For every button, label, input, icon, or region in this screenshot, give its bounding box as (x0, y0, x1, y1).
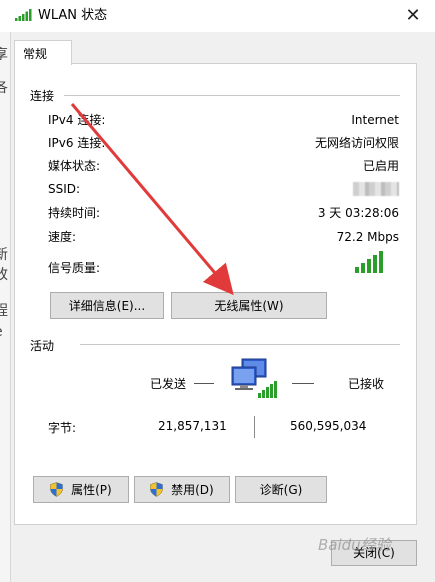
background-glyph: 程 (0, 300, 8, 320)
section-divider (64, 95, 400, 96)
ssid-label: SSID: (48, 182, 81, 196)
title-bar[interactable]: WLAN 状态 ✕ (0, 0, 435, 32)
network-computers-icon (231, 358, 277, 398)
uac-shield-icon (50, 482, 64, 497)
ipv4-label: IPv4 连接: (48, 113, 106, 127)
properties-button[interactable]: 属性(P) (33, 476, 129, 503)
wifi-signal-icon (15, 9, 32, 21)
media-state-value: 已启用 (362, 159, 399, 173)
background-glyph: 新 (0, 244, 8, 264)
disable-button-label: 禁用(D) (171, 483, 214, 497)
properties-button-label: 属性(P) (71, 483, 112, 497)
background-glyph: e (0, 324, 3, 340)
signal-strength-icon (355, 251, 383, 273)
sent-label: 已发送 (150, 377, 187, 391)
ssid-value-blurred (353, 182, 399, 196)
wlan-status-dialog: WLAN 状态 ✕ 享 各 新 改 程 e 常规 连接 IPv4 连接: Int… (0, 0, 435, 582)
details-button[interactable]: 详细信息(E)... (50, 292, 164, 319)
watermark: Baidu经验 (318, 536, 391, 554)
speed-label: 速度: (48, 230, 77, 244)
received-label: 已接收 (348, 377, 385, 391)
window-title: WLAN 状态 (38, 8, 108, 23)
media-state-label: 媒体状态: (48, 159, 101, 173)
activity-section-title: 活动 (30, 339, 55, 353)
wireless-properties-button[interactable]: 无线属性(W) (171, 292, 327, 319)
background-window-edge: 享 各 新 改 程 e (0, 32, 11, 582)
sent-dash (194, 383, 214, 384)
connection-section-title: 连接 (30, 89, 55, 103)
wireless-properties-label: 无线属性(W) (214, 299, 284, 313)
duration-label: 持续时间: (48, 206, 101, 220)
tab-label: 常规 (23, 47, 48, 61)
bytes-received-value: 560,595,034 (290, 419, 367, 433)
received-dash (292, 383, 314, 384)
speed-value: 72.2 Mbps (336, 230, 399, 244)
background-glyph: 改 (0, 264, 8, 284)
ipv6-label: IPv6 连接: (48, 136, 106, 150)
diagnose-button-label: 诊断(G) (259, 483, 303, 497)
disable-button[interactable]: 禁用(D) (134, 476, 230, 503)
tab-general[interactable]: 常规 (14, 40, 72, 65)
bytes-label: 字节: (48, 421, 77, 435)
background-glyph: 享 (0, 44, 8, 64)
section-divider (80, 344, 400, 345)
uac-shield-icon (150, 482, 164, 497)
background-glyph: 各 (0, 77, 8, 97)
duration-value: 3 天 03:28:06 (317, 206, 399, 220)
bytes-divider (254, 416, 255, 438)
bytes-sent-value: 21,857,131 (158, 419, 227, 433)
window-close-button[interactable]: ✕ (398, 2, 428, 30)
details-button-label: 详细信息(E)... (68, 299, 146, 313)
diagnose-button[interactable]: 诊断(G) (235, 476, 327, 503)
ipv6-value: 无网络访问权限 (314, 136, 399, 150)
signal-quality-label: 信号质量: (48, 261, 101, 275)
ipv4-value: Internet (351, 113, 399, 127)
